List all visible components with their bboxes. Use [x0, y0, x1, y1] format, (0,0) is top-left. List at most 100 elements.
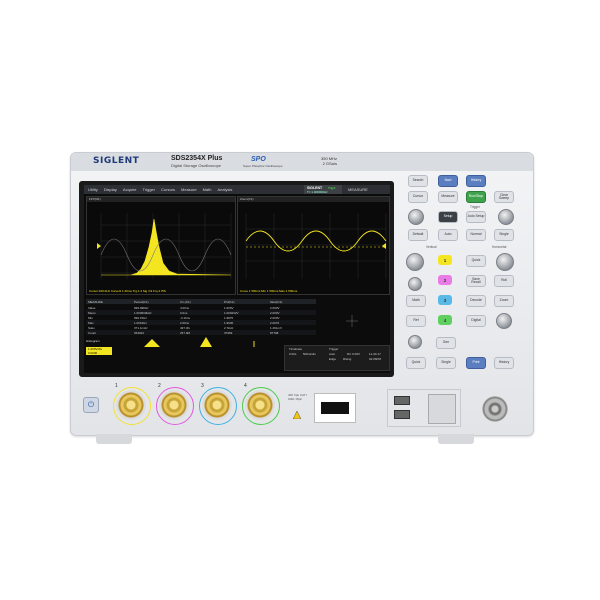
trigger-level-knob[interactable] [498, 209, 514, 225]
search-button[interactable]: Search [408, 175, 428, 187]
cursor-button[interactable]: Cursor [408, 191, 428, 203]
fft-spectrum [101, 218, 232, 276]
channel-1-button[interactable]: 1 [438, 255, 452, 265]
navi-button[interactable]: Navi [438, 175, 458, 187]
trigger-mode: Auto [329, 352, 336, 356]
menu-utility[interactable]: Utility [88, 187, 98, 192]
print-button[interactable]: Print [466, 357, 486, 369]
setup-button[interactable]: Setup [438, 211, 458, 223]
zoom-plot [245, 213, 387, 279]
menu-math[interactable]: Math [203, 187, 212, 192]
channel-1-input[interactable] [116, 390, 146, 420]
date: 11-30-17 [369, 352, 381, 356]
channel-2-input[interactable] [159, 390, 189, 420]
histogram-plot [144, 337, 255, 347]
history-bottom-button[interactable]: History [494, 357, 514, 369]
position-knob[interactable] [408, 277, 422, 291]
crosshair-icon [346, 315, 358, 327]
channel-3-button[interactable]: 3 [438, 295, 452, 305]
meas-col: Slew(C1) [270, 300, 283, 304]
menu-display[interactable]: Display [104, 187, 117, 192]
single-bottom-button[interactable]: Single [436, 357, 456, 369]
history-button[interactable]: History [466, 175, 486, 187]
volts-div-knob[interactable] [406, 253, 424, 271]
fft-window[interactable]: FFT(M1) Cursor:100.0Hz Curvel1 1.40ms Tr… [86, 196, 236, 295]
model-name: SDS2354X Plus [171, 155, 223, 162]
zoom-button[interactable]: Zoom [494, 295, 514, 307]
default-button[interactable]: Default [408, 229, 428, 241]
vertical-position-knob[interactable] [408, 335, 422, 349]
channel-4-input[interactable] [245, 390, 275, 420]
menu-analysis[interactable]: Analysis [217, 187, 232, 192]
aux-port[interactable] [428, 394, 456, 424]
digital-button[interactable]: Digital [466, 315, 486, 327]
power-button[interactable]: ⏻ [83, 397, 99, 413]
timebase-value: 0.00s [289, 352, 297, 356]
zoom-waveform [245, 230, 387, 252]
usb-port-2[interactable] [394, 410, 410, 419]
auto-button[interactable]: Auto [438, 229, 458, 241]
single-button[interactable]: Single [494, 229, 514, 241]
measure-label[interactable]: MEASURE [348, 187, 368, 192]
channel-4-number: 4 [244, 383, 247, 389]
probe-terminal[interactable] [321, 402, 349, 414]
channel-3-input[interactable] [202, 390, 232, 420]
auto-setup-button[interactable]: Auto Setup [466, 211, 486, 223]
sample-rate-label: 2 GSa/s [322, 161, 338, 166]
model-subtitle: Digital Storage Oscilloscope [171, 163, 222, 168]
time-div-knob[interactable] [496, 253, 514, 271]
warning-icon [293, 411, 301, 419]
fft-caption: Cursor:100.0Hz Curvel1 1.40ms Trg:1.4 Si… [89, 289, 167, 293]
gen-button[interactable]: Gen [436, 337, 456, 349]
channel-2-button[interactable]: 2 [438, 275, 452, 285]
right-foot [438, 434, 474, 444]
channel-3-number: 3 [201, 383, 204, 389]
display-screen[interactable]: Utility Display Acquire Trigger Cursors … [84, 185, 390, 373]
vertical-label: Vertical [426, 245, 437, 249]
histogram-label: Histogram [86, 339, 100, 343]
zoom-window[interactable]: Zoom(C1) Curve 1 500ms Min 1 500ms Max 1… [237, 196, 390, 295]
run-stop-button[interactable]: Run/Stop [466, 191, 486, 203]
ref-button[interactable]: Ref [406, 315, 426, 327]
usb-panel [387, 389, 461, 427]
status-bar: Timebase 0.00s 500ns/div Trigger Auto Ed… [284, 345, 390, 371]
roll-button[interactable]: Roll [494, 275, 514, 287]
input-warning: 400 Vpk CAT I 1MΩ 15pF [288, 393, 308, 401]
menu-measure[interactable]: Measure [181, 187, 197, 192]
save-recall-button[interactable]: Save Recall [466, 275, 486, 287]
tech-logo: SPO [251, 156, 266, 163]
meas-col: MEASURE [88, 300, 103, 304]
brand-logo: SIGLENT [93, 156, 140, 166]
clear-sweep-button[interactable]: Clear Sweep [494, 191, 514, 203]
measure-button[interactable]: Measure [438, 191, 458, 203]
channel-tag[interactable]: 1.000V/div 0.0000 [86, 347, 112, 355]
normal-button[interactable]: Normal [466, 229, 486, 241]
timebase-label: Timebase [289, 347, 303, 351]
adjust-knob[interactable] [408, 209, 424, 225]
horizontal-position-knob[interactable] [496, 313, 512, 329]
fft-plot [97, 213, 232, 279]
channel-2-number: 2 [158, 383, 161, 389]
trigger-label: Trigger [329, 347, 339, 351]
status-badge: SIGLENT T= 1.000000Hz Trig'd [304, 185, 342, 194]
quick-button[interactable]: Quick [406, 357, 426, 369]
oscilloscope-body: SIGLENT SDS2354X Plus Digital Storage Os… [70, 152, 534, 436]
channel-4-button[interactable]: 4 [438, 315, 452, 325]
channel-offset: 0.0000 [88, 351, 98, 355]
meas-col: Period(C1) [134, 300, 149, 304]
math-button[interactable]: Math [406, 295, 426, 307]
menu-acquire[interactable]: Acquire [123, 187, 137, 192]
channel-1-number: 1 [115, 383, 118, 389]
left-foot [96, 434, 132, 444]
meas-col: Prd(C1) [224, 300, 235, 304]
ext-trigger-input[interactable] [481, 395, 509, 423]
menu-cursors[interactable]: Cursors [161, 187, 175, 192]
trigger-type: Edge [329, 357, 337, 361]
usb-port-1[interactable] [394, 396, 410, 405]
acquire-button[interactable]: Quick [466, 255, 486, 267]
control-panel: Search Navi History Cursor Measure Run/S… [404, 167, 526, 377]
timebase-scale: 500ns/div [303, 352, 316, 356]
trigger-slope: Rising [343, 357, 352, 361]
decode-button[interactable]: Decode [466, 295, 486, 307]
menu-trigger[interactable]: Trigger [142, 187, 155, 192]
